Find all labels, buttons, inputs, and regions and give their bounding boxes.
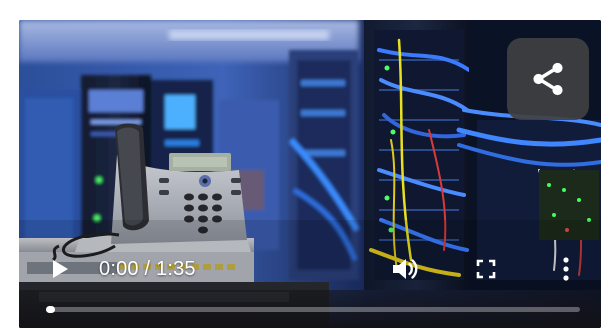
progress-bar[interactable] <box>46 306 580 313</box>
current-time: 0:00 <box>99 258 139 280</box>
fullscreen-icon <box>476 259 496 279</box>
time-display: 0:00 / 1:35 <box>99 256 196 282</box>
play-icon <box>53 260 68 278</box>
more-options-icon <box>563 257 569 281</box>
fullscreen-button[interactable] <box>474 257 498 281</box>
play-button[interactable] <box>47 256 73 282</box>
volume-button[interactable] <box>390 255 420 283</box>
video-player[interactable]: 0:00 / 1:35 <box>19 20 601 328</box>
time-separator: / <box>138 258 157 280</box>
share-button[interactable] <box>507 38 589 120</box>
duration: 1:35 <box>156 258 196 280</box>
progress-thumb[interactable] <box>46 306 55 313</box>
volume-icon <box>393 259 418 279</box>
share-icon <box>533 62 563 96</box>
more-options-button[interactable] <box>557 255 575 283</box>
